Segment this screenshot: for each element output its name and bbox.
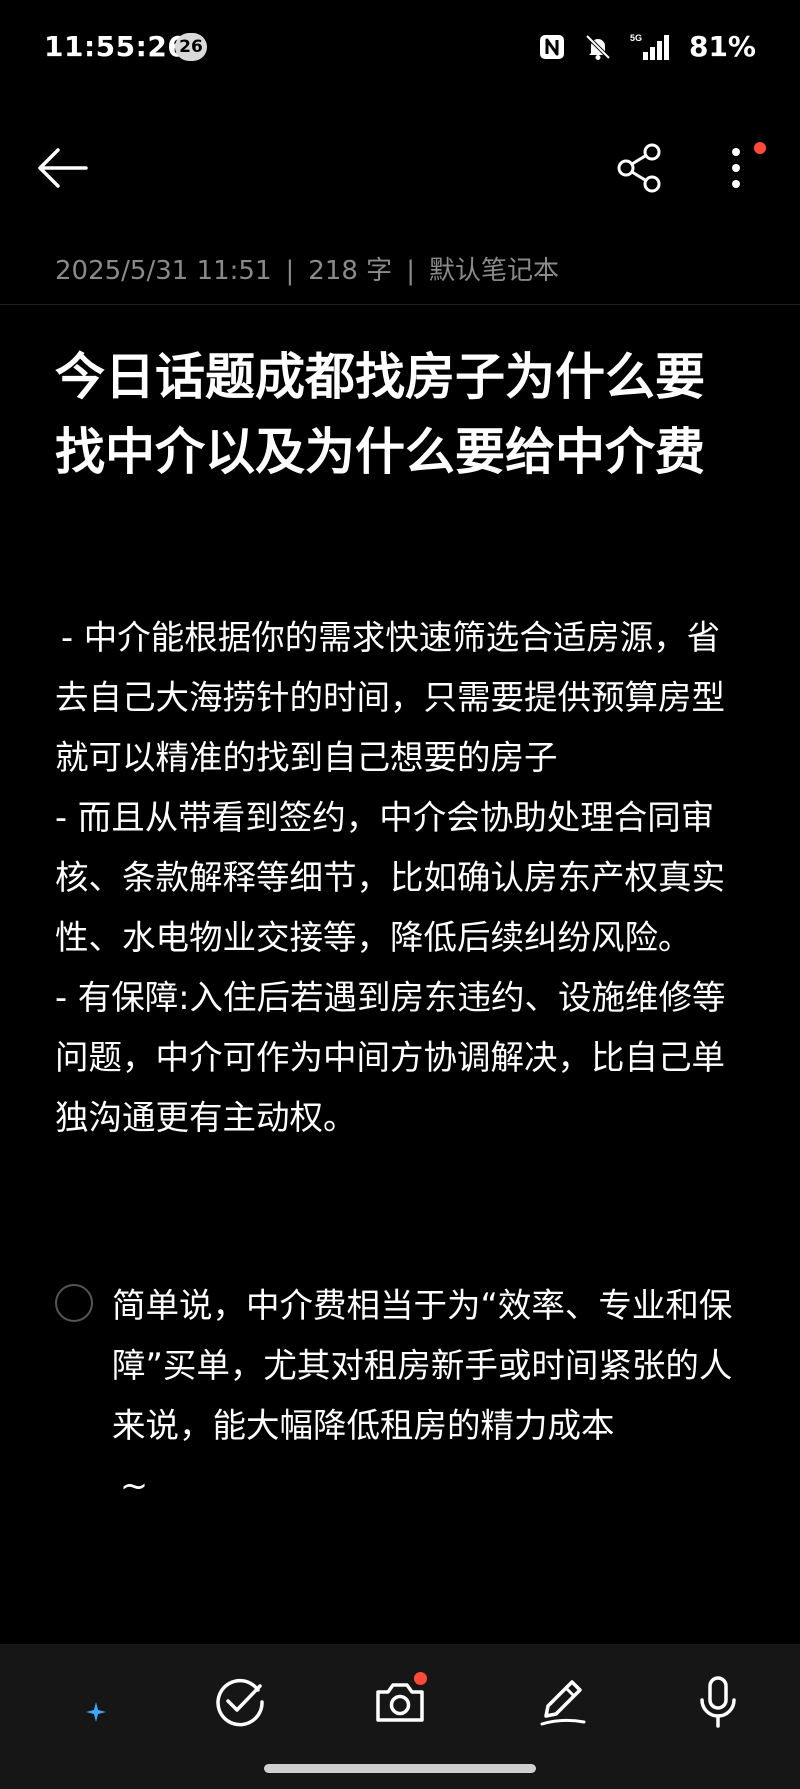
mute-bell-icon	[585, 34, 611, 60]
notification-count-badge: 26	[175, 33, 207, 61]
meta-separator: |	[406, 256, 415, 286]
note-title[interactable]: 今日话题成都找房子为什么要找中介以及为什么要给中介费	[55, 340, 715, 490]
notebook-name[interactable]: 默认笔记本	[429, 256, 559, 286]
meta-separator: |	[285, 256, 295, 286]
checklist-item-text[interactable]: 简单说，中介费相当于为“效率、专业和保障”买单，尤其对租房新手或时间紧张的人来说…	[112, 1276, 752, 1516]
header-divider	[0, 304, 800, 305]
ai-text-icon[interactable]	[52, 1672, 112, 1732]
5g-signal-icon: 5G	[630, 33, 669, 60]
status-bar: 11:55:26 26 5G 81%	[0, 0, 800, 96]
microphone-icon[interactable]	[688, 1672, 748, 1732]
note-meta: 2025/5/31 11:51 | 218 字 | 默认笔记本	[55, 250, 559, 287]
network-label: 5G	[630, 33, 642, 43]
nfc-icon	[539, 34, 564, 59]
note-datetime: 2025/5/31 11:51	[55, 256, 272, 286]
checklist-icon[interactable]	[210, 1672, 270, 1732]
more-notification-dot	[754, 142, 766, 154]
checklist-tail: ~	[120, 1466, 149, 1505]
handwriting-pen-icon[interactable]	[532, 1672, 592, 1732]
home-indicator[interactable]	[264, 1764, 536, 1773]
note-paragraph: - 而且从带看到签约，中介会协助处理合同审核、条款解释等细节，比如确认房东产权真…	[55, 798, 725, 957]
battery-level: 81%	[688, 30, 756, 63]
more-vertical-icon[interactable]	[716, 142, 756, 194]
checklist-checkbox[interactable]	[55, 1284, 93, 1322]
share-icon[interactable]	[614, 142, 666, 194]
note-paragraph: - 有保障:入住后若遇到房东违约、设施维修等问题，中介可作为中间方协调解决，比自…	[55, 978, 726, 1137]
status-time: 11:55:26	[44, 30, 188, 63]
status-icons: 5G 81%	[537, 30, 756, 63]
checklist-text: 简单说，中介费相当于为“效率、专业和保障”买单，尤其对租房新手或时间紧张的人来说…	[112, 1286, 733, 1445]
camera-notification-dot	[414, 1672, 427, 1685]
note-body[interactable]: - 中介能根据你的需求快速筛选合适房源，省去自己大海捞针的时间，只需要提供预算房…	[55, 608, 750, 1148]
note-paragraph: - 中介能根据你的需求快速筛选合适房源，省去自己大海捞针的时间，只需要提供预算房…	[55, 618, 725, 777]
note-word-count: 218 字	[308, 256, 393, 286]
back-arrow-icon[interactable]	[34, 146, 90, 190]
note-toolbar	[0, 130, 800, 210]
